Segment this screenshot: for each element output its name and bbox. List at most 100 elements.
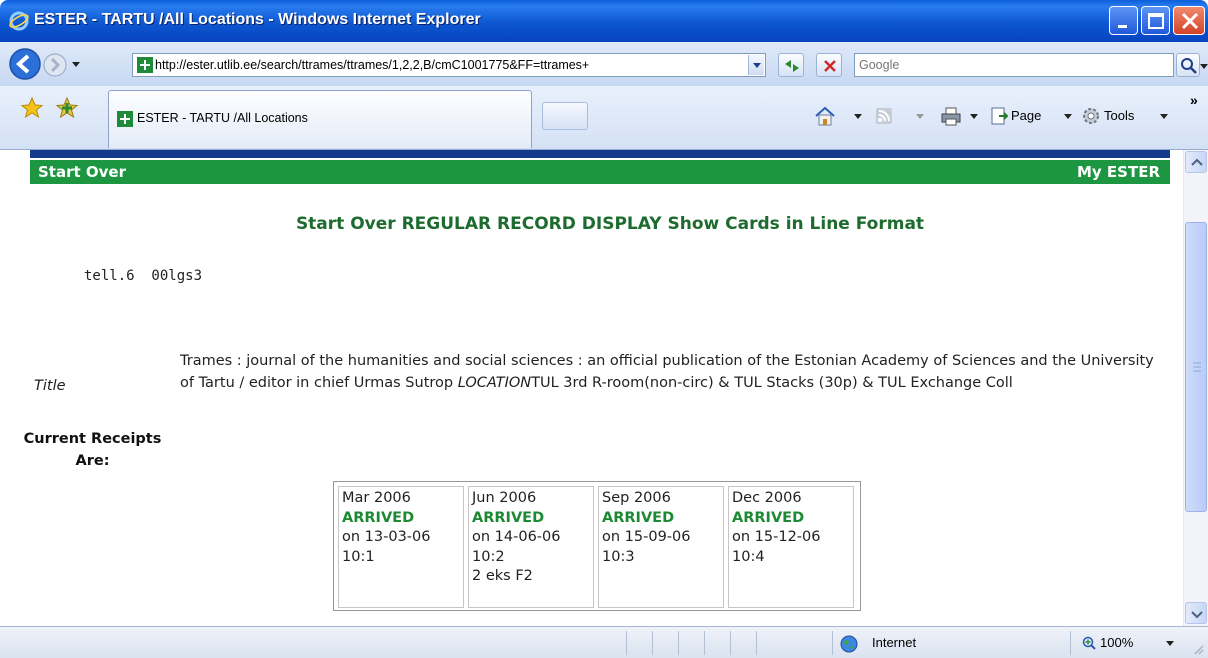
start-over-link[interactable]: Start Over <box>38 163 126 181</box>
page-menu-button[interactable]: Page <box>1011 108 1041 123</box>
receipt-arrived-on: on 15-09-06 <box>602 529 691 546</box>
feeds-dropdown-icon[interactable] <box>916 114 924 120</box>
security-zone-label[interactable]: Internet <box>872 635 916 650</box>
status-divider <box>678 631 679 655</box>
tools-menu-button[interactable]: Tools <box>1104 108 1134 123</box>
location-label: LOCATION <box>457 375 532 391</box>
grip-icon <box>1193 362 1201 372</box>
scrollbar-thumb[interactable] <box>1185 222 1207 512</box>
receipt-date: Jun 2006 <box>472 490 537 506</box>
receipt-arrived-on: on 13-03-06 <box>342 529 431 546</box>
status-divider <box>1070 631 1071 655</box>
stop-icon <box>824 60 836 72</box>
stop-button[interactable] <box>816 53 842 77</box>
marc-field: tell.6 00lgs3 <box>84 268 203 284</box>
receipt-issue: 10:2 <box>472 548 505 565</box>
top-nav-bar: Start Over My ESTER <box>30 160 1170 184</box>
receipt-issue: 10:1 <box>342 548 375 565</box>
window-title: ESTER - TARTU /All Locations - Windows I… <box>34 11 481 28</box>
receipt-status: ARRIVED <box>342 509 415 526</box>
page-dropdown-icon[interactable] <box>1064 114 1072 120</box>
search-box[interactable] <box>854 53 1174 77</box>
vertical-scrollbar[interactable] <box>1183 150 1208 626</box>
close-icon <box>1181 12 1199 30</box>
status-divider <box>652 631 653 655</box>
receipts-table: Mar 2006 ARRIVED on 13-03-06 10:1 Jun 20… <box>333 481 861 611</box>
address-dropdown-button[interactable] <box>748 55 764 75</box>
receipt-issue: 10:3 <box>602 548 635 565</box>
tab-ester-tartu[interactable]: ESTER - TARTU /All Locations <box>108 90 532 148</box>
home-icon[interactable] <box>814 106 836 126</box>
close-button[interactable] <box>1173 6 1205 35</box>
receipt-cell: Sep 2006 ARRIVED on 15-09-06 10:3 <box>598 486 724 608</box>
receipt-date: Mar 2006 <box>342 490 411 506</box>
search-button[interactable] <box>1176 53 1200 77</box>
status-divider <box>756 631 757 655</box>
search-input[interactable] <box>859 56 1159 74</box>
status-divider <box>626 631 627 655</box>
chevron-up-icon <box>1191 158 1203 166</box>
receipt-date: Sep 2006 <box>602 490 671 506</box>
internet-explorer-icon <box>9 11 29 31</box>
receipt-status: ARRIVED <box>472 509 545 526</box>
receipt-status: ARRIVED <box>602 509 675 526</box>
window-title-bar[interactable]: ESTER - TARTU /All Locations - Windows I… <box>0 0 1208 42</box>
resize-grip-icon[interactable] <box>1192 643 1204 655</box>
page-content: Start Over My ESTER Start Over REGULAR R… <box>0 150 1183 626</box>
receipt-cell: Mar 2006 ARRIVED on 13-03-06 10:1 <box>338 486 464 608</box>
minimize-icon <box>1118 25 1127 28</box>
receipt-note: 2 eks F2 <box>472 568 533 585</box>
address-url[interactable]: http://ester.utlib.ee/search/ttrames/ttr… <box>155 58 749 72</box>
tab-label: ESTER - TARTU /All Locations <box>137 111 308 125</box>
search-icon <box>1181 58 1197 74</box>
location-value: TUL 3rd R-room(non-circ) & TUL Stacks (3… <box>531 375 1013 391</box>
home-dropdown-icon[interactable] <box>854 114 862 120</box>
new-tab-button[interactable] <box>542 102 588 130</box>
more-commands-chevron-icon[interactable]: » <box>1190 92 1198 108</box>
scroll-down-button[interactable] <box>1185 602 1207 624</box>
history-dropdown-icon[interactable] <box>72 60 80 68</box>
receipt-date: Dec 2006 <box>732 490 802 506</box>
status-divider <box>704 631 705 655</box>
receipt-cell: Jun 2006 ARRIVED on 14-06-06 10:2 2 eks … <box>468 486 594 608</box>
title-value: Trames : journal of the humanities and s… <box>180 350 1170 394</box>
chevron-down-icon <box>753 63 761 68</box>
receipt-cell: Dec 2006 ARRIVED on 15-12-06 10:4 <box>728 486 854 608</box>
status-divider <box>730 631 731 655</box>
receipt-issue: 10:4 <box>732 548 765 565</box>
command-bar: ESTER - TARTU /All Locations Page Tools … <box>0 86 1208 150</box>
maximize-button[interactable] <box>1141 6 1170 35</box>
zoom-icon <box>1082 636 1096 650</box>
title-label: Title <box>34 378 66 394</box>
add-to-favorites-icon[interactable] <box>55 96 79 120</box>
favorites-center-star-icon[interactable] <box>20 96 44 120</box>
minimize-button[interactable] <box>1109 6 1138 35</box>
chevron-down-icon <box>1191 611 1203 619</box>
feeds-icon[interactable] <box>876 108 892 124</box>
maximize-icon <box>1148 13 1164 29</box>
search-options-dropdown-icon[interactable] <box>1200 62 1208 70</box>
address-bar[interactable]: http://ester.utlib.ee/search/ttrames/ttr… <box>132 53 766 77</box>
scroll-up-button[interactable] <box>1185 151 1207 173</box>
receipt-status: ARRIVED <box>732 509 805 526</box>
print-dropdown-icon[interactable] <box>970 114 978 120</box>
zoom-level[interactable]: 100% <box>1100 635 1133 650</box>
receipt-arrived-on: on 14-06-06 <box>472 529 561 546</box>
receipt-arrived-on: on 15-12-06 <box>732 529 821 546</box>
print-icon[interactable] <box>940 106 962 126</box>
globe-icon <box>840 635 858 653</box>
page-icon <box>991 107 1008 125</box>
gear-icon <box>1083 108 1099 124</box>
current-receipts-label: Current Receipts Are: <box>23 431 162 469</box>
status-divider <box>832 631 833 655</box>
refresh-icon <box>785 60 799 72</box>
refresh-button[interactable] <box>778 53 804 77</box>
site-favicon-icon <box>117 111 133 127</box>
site-favicon-icon <box>137 57 153 73</box>
zoom-dropdown-icon[interactable] <box>1166 641 1174 647</box>
back-button[interactable] <box>8 47 42 81</box>
my-ester-link[interactable]: My ESTER <box>1077 163 1160 181</box>
tools-dropdown-icon[interactable] <box>1160 114 1168 120</box>
record-display-heading[interactable]: Start Over REGULAR RECORD DISPLAY Show C… <box>30 214 1183 234</box>
forward-button[interactable] <box>42 52 68 78</box>
